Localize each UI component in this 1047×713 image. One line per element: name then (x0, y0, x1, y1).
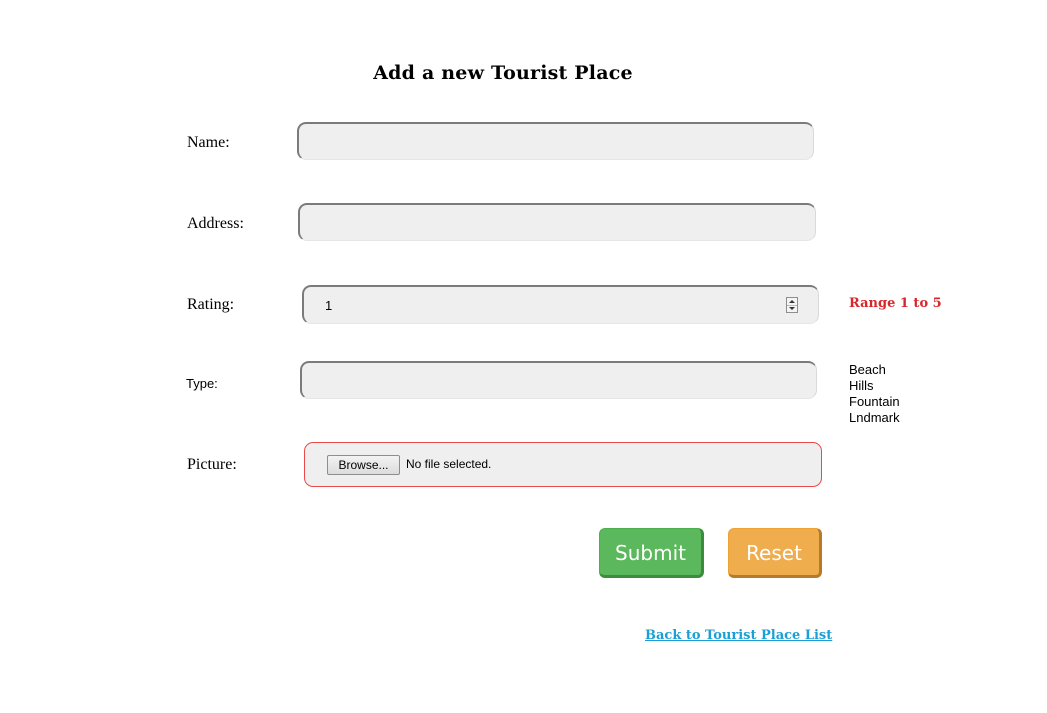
type-option: Fountain (849, 394, 900, 409)
address-input[interactable] (298, 203, 816, 241)
type-input[interactable] (300, 361, 817, 399)
spin-down-icon[interactable] (787, 305, 797, 312)
page-title: Add a new Tourist Place (373, 62, 633, 84)
type-option: Hills (849, 378, 874, 393)
type-label: Type: (186, 376, 218, 391)
picture-label: Picture: (187, 456, 237, 473)
picture-file-input[interactable]: Browse... No file selected. (304, 442, 822, 487)
rating-range-note: Range 1 to 5 (849, 296, 942, 311)
reset-button[interactable]: Reset (728, 528, 822, 578)
rating-number-input[interactable]: 1 (302, 285, 819, 324)
type-option: Beach (849, 362, 886, 377)
type-options-list: Beach Hills Fountain Lndmark (849, 362, 900, 426)
type-option: Lndmark (849, 410, 900, 425)
file-status: No file selected. (406, 457, 492, 471)
browse-button[interactable]: Browse... (327, 455, 400, 475)
rating-value: 1 (325, 298, 333, 313)
rating-label: Rating: (187, 296, 235, 313)
rating-spinner[interactable] (786, 297, 798, 313)
back-to-list-link[interactable]: Back to Tourist Place List (645, 628, 832, 643)
address-label: Address: (187, 215, 244, 232)
name-input[interactable] (297, 122, 814, 160)
submit-button[interactable]: Submit (599, 528, 704, 578)
name-label: Name: (187, 134, 230, 151)
